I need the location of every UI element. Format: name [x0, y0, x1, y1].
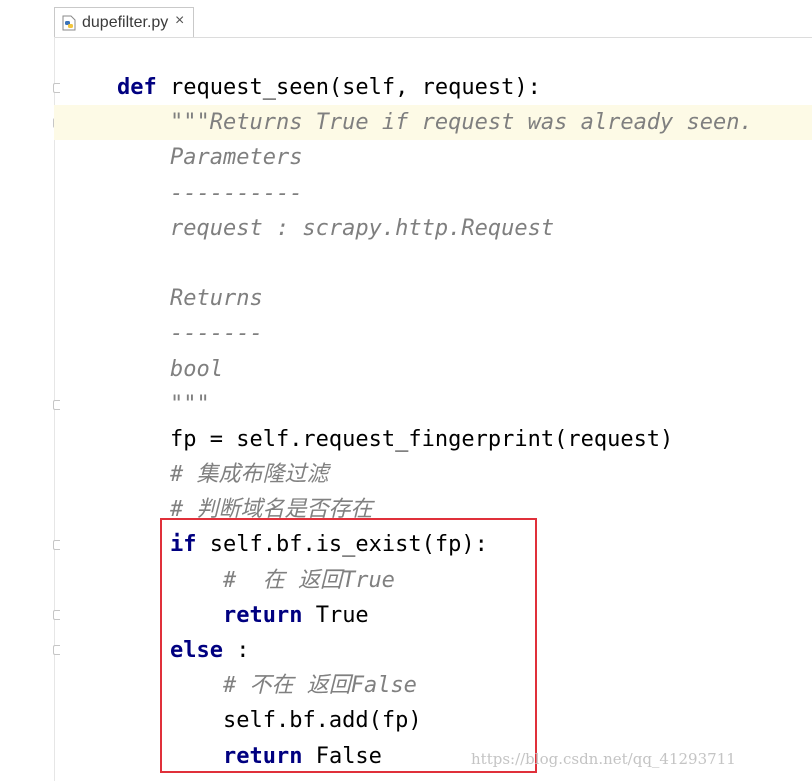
code-docstring: """ [169, 391, 210, 417]
code-line[interactable]: # 在 返回True [54, 563, 812, 598]
code-docstring: """Returns True if request was already s… [169, 110, 753, 136]
code-line[interactable]: ------- [54, 316, 812, 351]
code-line[interactable]: return True [54, 598, 812, 633]
code-text: True [302, 602, 369, 628]
code-keyword: return [222, 743, 303, 769]
code-line[interactable]: request : scrapy.http.Request [54, 211, 812, 246]
code-line[interactable]: bool [54, 352, 812, 387]
code-line[interactable]: # 判断域名是否存在 [54, 492, 812, 527]
code-docstring: request : scrapy.http.Request [169, 215, 555, 241]
code-line[interactable] [54, 246, 812, 281]
python-file-icon [62, 15, 76, 31]
code-line[interactable]: def request_seen(self, request): [54, 70, 812, 105]
code-comment: # 不在 返回False [222, 673, 417, 699]
code-comment: # 集成布隆过滤 [169, 462, 329, 488]
tab-divider [54, 37, 812, 38]
code-comment: # 判断域名是否存在 [169, 497, 373, 523]
code-docstring: Returns [169, 286, 263, 312]
code-line[interactable]: Returns [54, 281, 812, 316]
code-keyword: if [169, 532, 197, 558]
code-line[interactable]: # 集成布隆过滤 [54, 457, 812, 492]
code-keyword: else [169, 638, 223, 663]
code-text: self.bf.add(fp) [222, 708, 422, 734]
code-docstring: ------- [169, 321, 263, 347]
code-docstring: ---------- [169, 180, 303, 206]
code-line[interactable]: """ [54, 387, 812, 422]
watermark: https://blog.csdn.net/qq_41293711 [471, 750, 736, 768]
code-text: False [302, 743, 382, 769]
code-line[interactable]: if self.bf.is_exist(fp): [54, 527, 812, 562]
code-docstring: bool [169, 356, 223, 382]
tab-label: dupefilter.py [82, 14, 169, 31]
code-line[interactable]: """Returns True if request was already s… [54, 105, 812, 141]
code-line[interactable]: fp = self.request_fingerprint(request) [54, 422, 812, 457]
code-line[interactable]: Parameters [54, 140, 812, 175]
code-line[interactable]: # 不在 返回False [54, 668, 812, 703]
code-text: self.bf.is_exist(fp): [196, 532, 488, 558]
code-keyword: return [222, 602, 303, 628]
tab-dupefilter[interactable]: dupefilter.py × [54, 7, 194, 37]
code-line[interactable]: ---------- [54, 176, 812, 211]
code-editor[interactable]: def request_seen(self, request): """Retu… [54, 70, 812, 781]
code-docstring: Parameters [169, 145, 303, 171]
editor-tab-bar: dupefilter.py × [0, 0, 812, 38]
close-icon[interactable]: × [175, 12, 184, 30]
code-text: request_seen(self, request): [156, 75, 541, 100]
code-line[interactable]: self.bf.add(fp) [54, 703, 812, 738]
code-text: : [222, 638, 250, 663]
code-keyword: def [117, 75, 157, 100]
code-text: fp = self.request_fingerprint(request) [169, 426, 674, 452]
code-comment: # 在 返回True [222, 567, 395, 593]
code-line[interactable]: else : [54, 633, 812, 668]
